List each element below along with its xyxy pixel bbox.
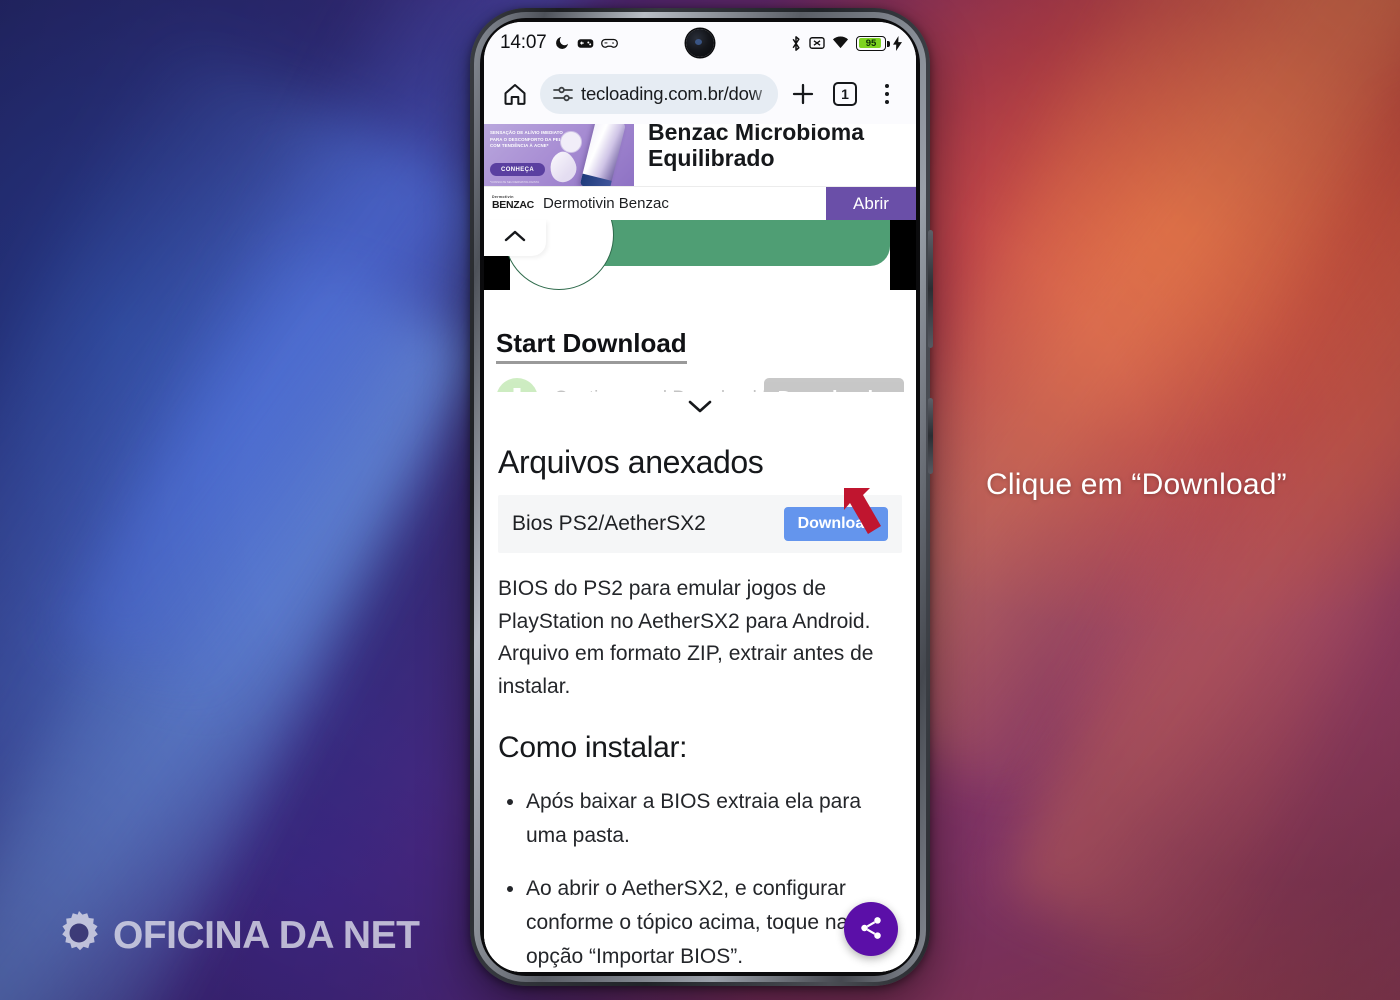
start-download-section: Start Download Continue and Download Her… xyxy=(484,318,916,426)
tune-icon[interactable] xyxy=(553,85,573,103)
battery-icon: 95 xyxy=(856,35,890,51)
chevron-up-icon xyxy=(503,228,527,249)
sticky-ad-banner[interactable]: SENSAÇÃO DE ALÍVIO IMEDIATO PARA O DESCO… xyxy=(484,124,916,256)
camera-punch-hole xyxy=(686,29,714,57)
watermark: OFICINA DA NET xyxy=(55,909,420,962)
ad-cta-button[interactable]: CONHEÇA xyxy=(490,163,546,176)
ad-cream-swoosh xyxy=(546,148,580,186)
gamepad-icon xyxy=(577,37,594,50)
ad-brand-name: Dermotivin Benzac xyxy=(542,195,669,212)
three-dots-icon[interactable] xyxy=(870,77,904,111)
status-bar-left: 14:07 xyxy=(500,32,618,54)
charging-bolt-icon xyxy=(893,35,902,51)
tab-count: 1 xyxy=(833,82,857,106)
home-icon[interactable] xyxy=(498,77,532,111)
install-steps-list: Após baixar a BIOS extraia ela para uma … xyxy=(498,785,902,972)
install-heading: Como instalar: xyxy=(498,731,688,765)
web-page-viewport: SENSAÇÃO DE ALÍVIO IMEDIATO PARA O DESCO… xyxy=(484,124,916,972)
share-icon xyxy=(858,915,884,944)
ad-collapse-button[interactable] xyxy=(484,220,546,256)
url-text: tecloading.com.br/dow xyxy=(581,83,762,104)
attached-file-name: Bios PS2/AetherSX2 xyxy=(512,512,706,535)
share-fab-button[interactable] xyxy=(844,902,898,956)
page-content: Arquivos anexados Bios PS2/AetherSX2 Dow… xyxy=(484,422,916,972)
start-download-title: Start Download xyxy=(496,328,687,364)
ad-footer: Dermotivin BENZAC Dermotivin Benzac Abri… xyxy=(484,186,916,220)
download-button[interactable]: Download xyxy=(783,507,888,541)
status-bar: 14:07 95 xyxy=(484,22,916,64)
list-item: Após baixar a BIOS extraia ela para uma … xyxy=(526,785,902,852)
annotation-callout-text: Clique em “Download” xyxy=(986,468,1287,501)
attached-file-row: Bios PS2/AetherSX2 Download xyxy=(498,495,902,553)
ad-brand: Dermotivin BENZAC Dermotivin Benzac xyxy=(484,187,826,220)
chevron-down-icon xyxy=(687,398,713,420)
ad-product-badge xyxy=(560,131,582,153)
wifi-icon xyxy=(832,36,849,50)
gear-icon xyxy=(55,909,103,962)
controller-icon xyxy=(600,37,618,49)
benzac-logo-main: BENZAC xyxy=(492,199,534,212)
ad-creative[interactable]: SENSAÇÃO DE ALÍVIO IMEDIATO PARA O DESCO… xyxy=(484,124,916,186)
file-description: BIOS do PS2 para emular jogos de PlaySta… xyxy=(498,577,874,698)
ad-headline-line2: Equilibrado xyxy=(648,145,775,172)
phone-mockup: 14:07 95 tecloading.com.br/dow 1 SENSAÇÃ… xyxy=(470,8,933,986)
plus-icon[interactable] xyxy=(786,77,820,111)
watermark-text: OFICINA DA NET xyxy=(113,913,420,957)
menu-dots xyxy=(884,83,890,105)
status-clock: 14:07 xyxy=(500,32,547,53)
ad-headline-line1: Benzac Microbioma xyxy=(648,124,864,146)
attached-files-heading: Arquivos anexados xyxy=(498,444,764,480)
ad-product-bottle xyxy=(579,124,627,186)
ad-headline: Benzac Microbioma Equilibrado xyxy=(634,124,916,186)
screenshot-stage: 14:07 95 tecloading.com.br/dow 1 SENSAÇÃ… xyxy=(0,0,1400,1000)
no-sim-icon xyxy=(809,36,825,50)
url-bar[interactable]: tecloading.com.br/dow xyxy=(540,74,778,114)
page-hero-band xyxy=(484,220,916,318)
bluetooth-icon xyxy=(790,35,802,52)
benzac-logo: Dermotivin BENZAC xyxy=(492,196,534,210)
battery-percent: 95 xyxy=(865,37,877,49)
ad-image: SENSAÇÃO DE ALÍVIO IMEDIATO PARA O DESCO… xyxy=(484,124,634,186)
expand-ad-button[interactable] xyxy=(484,392,916,426)
volume-button[interactable] xyxy=(928,230,933,348)
power-button[interactable] xyxy=(928,398,933,474)
ad-legal-text: *CONSULTE SEU DERMATOLOGISTA xyxy=(490,180,540,184)
phone-screen: 14:07 95 tecloading.com.br/dow 1 SENSAÇÃ… xyxy=(484,22,916,972)
tab-counter-button[interactable]: 1 xyxy=(828,77,862,111)
hero-right-block xyxy=(890,220,916,290)
browser-toolbar: tecloading.com.br/dow 1 xyxy=(484,64,916,124)
moon-dnd-icon xyxy=(554,35,570,51)
status-bar-right: 95 xyxy=(790,35,902,52)
ad-open-button[interactable]: Abrir xyxy=(826,187,916,220)
